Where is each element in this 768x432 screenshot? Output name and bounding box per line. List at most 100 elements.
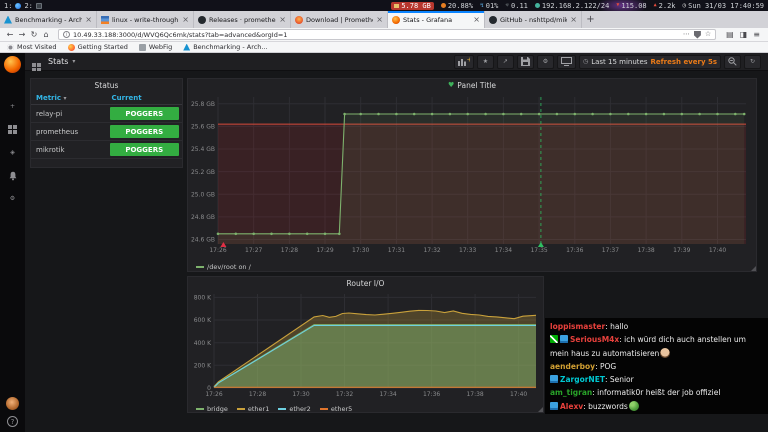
svg-text:17:27: 17:27 <box>245 247 262 254</box>
avatar[interactable] <box>6 397 19 410</box>
clock-icon[interactable]: ◷ <box>583 58 588 65</box>
sidebar-add-icon[interactable]: + <box>0 95 25 118</box>
legend-item[interactable]: ether1 <box>236 405 269 413</box>
bookmark-item[interactable]: Getting Started <box>67 43 128 51</box>
bookmark-item[interactable]: WebFig <box>138 43 172 51</box>
tab-close-icon[interactable]: × <box>279 15 286 24</box>
star-icon-button[interactable]: ★ <box>476 54 494 69</box>
metric-cell: prometheus <box>31 122 107 141</box>
chat-username[interactable]: am_tigran <box>550 388 592 397</box>
panel-title[interactable]: Status <box>31 79 182 92</box>
chat-username[interactable]: loppismaster <box>550 322 605 331</box>
panel-title[interactable]: Router I/O <box>188 277 543 290</box>
zoom-out-icon[interactable] <box>728 57 737 66</box>
add-panel-icon-button[interactable]: + <box>453 54 474 69</box>
pepe-emote-icon <box>628 400 639 411</box>
chat-overlay: loppismaster: hallo SeriousM4x: ich würd … <box>545 318 768 414</box>
svg-text:17:33: 17:33 <box>459 247 476 254</box>
tab-close-icon[interactable]: × <box>570 15 577 24</box>
tv-icon[interactable] <box>560 57 572 66</box>
legend-item[interactable]: ether2 <box>278 405 311 413</box>
chat-username[interactable]: aenderboy <box>550 362 595 371</box>
chat-username[interactable]: SeriousM4x <box>570 335 619 344</box>
explore-icon[interactable]: ◈ <box>10 149 15 156</box>
reload-icon[interactable]: ↻ <box>28 30 40 39</box>
settings-icon[interactable]: ⚙ <box>10 195 15 202</box>
share-icon-button[interactable]: ↗ <box>496 54 514 69</box>
svg-text:17:36: 17:36 <box>423 391 440 398</box>
time-range-picker[interactable]: ◷ Last 15 minutes Refresh every 5s <box>578 54 721 69</box>
browser-tab[interactable]: linux - write-through RA...× <box>97 11 194 28</box>
home-icon[interactable]: ⌂ <box>40 30 52 39</box>
sidebar-settings-icon[interactable]: ⚙ <box>0 187 25 210</box>
sidebar-alerting-icon[interactable] <box>0 164 25 187</box>
workspace-label[interactable]: 1: <box>4 2 12 10</box>
svg-text:17:34: 17:34 <box>379 391 396 398</box>
page-actions-icon[interactable]: ⋯ <box>683 31 690 38</box>
alerting-icon[interactable] <box>8 171 18 181</box>
tab-close-icon[interactable]: × <box>473 15 480 24</box>
save-icon[interactable] <box>520 57 530 66</box>
add-icon[interactable]: + <box>10 103 15 110</box>
legend-item[interactable]: ether5 <box>319 405 352 413</box>
new-tab-button[interactable]: + <box>582 11 599 28</box>
legend-label: /dev/root on / <box>207 263 251 271</box>
panel-resize-handle[interactable] <box>751 266 756 271</box>
alert-ok-heart-icon: ♥ <box>448 81 455 89</box>
workspace-label[interactable]: 2: <box>24 2 32 10</box>
dashboard-title[interactable]: Stats <box>48 57 68 66</box>
panel-resize-handle[interactable] <box>538 407 543 412</box>
browser-tab[interactable]: GitHub - nshttpd/mikrot...× <box>485 11 582 28</box>
tab-close-icon[interactable]: × <box>376 15 383 24</box>
refresh-interval-label[interactable]: Refresh every 5s <box>650 58 717 66</box>
column-header[interactable]: Current <box>106 92 182 105</box>
help-icon[interactable]: ? <box>7 416 18 427</box>
svg-text:17:26: 17:26 <box>209 247 226 254</box>
column-header[interactable]: Metric ▾ <box>31 92 107 105</box>
browser-tab[interactable]: Releases · prometheus/p...× <box>194 11 291 28</box>
sidebar-dashboards-icon[interactable] <box>0 118 25 141</box>
share-icon[interactable]: ↗ <box>503 58 508 65</box>
browser-tab[interactable]: Download | Prometheus× <box>291 11 388 28</box>
url-text[interactable]: 10.49.33.188:3000/d/WVQ6Qc6mk/stats?tab=… <box>73 31 680 39</box>
save-icon-button[interactable] <box>516 54 534 69</box>
bookmark-item[interactable]: Most Visited <box>7 43 57 51</box>
bookmark-item[interactable]: Benchmarking - Arch... <box>183 43 268 51</box>
chat-username[interactable]: ZargorNET <box>560 375 605 384</box>
star-icon[interactable]: ★ <box>483 58 488 65</box>
tab-close-icon[interactable]: × <box>85 15 92 24</box>
library-icon[interactable]: ▤ <box>726 30 734 39</box>
chat-username[interactable]: Alexv <box>560 402 583 411</box>
browser-tab[interactable]: Benchmarking - ArchWi...× <box>0 11 97 28</box>
workspace-indicators: 1: 2: <box>4 2 42 10</box>
panel-title[interactable]: ♥ Panel Title <box>188 79 756 92</box>
status-value: Sun 31/03 17:40:59 <box>688 1 764 10</box>
bookmark-star-icon[interactable]: ☆ <box>705 31 711 38</box>
grafana-logo-icon[interactable] <box>4 56 21 73</box>
pocket-icon[interactable] <box>693 30 701 39</box>
site-info-icon[interactable]: i <box>63 31 70 38</box>
refresh-icon-button[interactable]: ↻ <box>744 54 761 69</box>
back-icon[interactable]: ← <box>4 30 16 39</box>
settings-icon-button[interactable]: ⚙ <box>536 54 554 69</box>
url-bar[interactable]: i 10.49.33.188:3000/d/WVQ6Qc6mk/stats?ta… <box>58 29 717 40</box>
forward-icon[interactable]: → <box>16 30 28 39</box>
bookmarks-bar: Most Visited Getting Started WebFig Benchma… <box>0 42 768 53</box>
sidebar-icon[interactable]: ◨ <box>740 30 748 39</box>
chevron-down-icon[interactable]: ▾ <box>72 58 75 65</box>
add-panel-icon[interactable]: + <box>457 57 470 66</box>
refresh-icon[interactable]: ↻ <box>750 58 755 65</box>
settings-icon[interactable]: ⚙ <box>543 58 548 65</box>
bookmark-label: Benchmarking - Arch... <box>193 43 268 51</box>
chat-text: : Senior <box>604 375 634 385</box>
tab-close-icon[interactable]: × <box>182 15 189 24</box>
metric-cell: relay-pi <box>31 104 107 123</box>
dashboards-icon[interactable] <box>8 125 17 134</box>
tv-icon-button[interactable] <box>556 54 576 69</box>
legend-item[interactable]: bridge <box>196 405 228 413</box>
menu-icon[interactable]: ≡ <box>753 30 760 39</box>
legend-item[interactable]: /dev/root on / <box>196 263 251 271</box>
sidebar-explore-icon[interactable]: ◈ <box>0 141 25 164</box>
browser-tab[interactable]: Stats - Grafana × <box>388 11 485 28</box>
zoom-out-icon-button[interactable] <box>724 54 741 69</box>
